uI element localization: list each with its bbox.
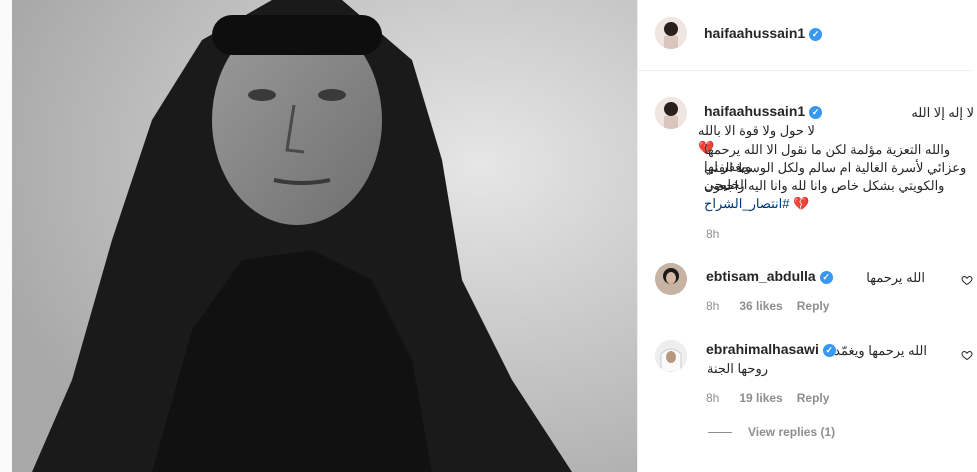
author-username-text[interactable]: haifaahussain1 <box>704 25 805 41</box>
caption-username-text[interactable]: haifaahussain1 <box>704 103 805 119</box>
replies-divider <box>708 432 732 434</box>
post-time[interactable]: 8h <box>706 227 719 241</box>
caption-avatar[interactable] <box>655 97 687 129</box>
post-photo[interactable] <box>12 0 637 472</box>
comment-username-1[interactable]: ebtisam_abdulla ✓ <box>706 268 833 284</box>
like-heart-icon[interactable] <box>961 274 973 286</box>
scrollbar[interactable] <box>973 0 977 472</box>
comment-username-2[interactable]: ebrahimalhasawi ✓ <box>706 341 836 357</box>
post-detail-panel: haifaahussain1 ✓ haifaahussain1 ✓ لا إله إ… <box>637 0 977 472</box>
comment-reply-button-1[interactable]: Reply <box>797 299 830 313</box>
author-avatar[interactable] <box>655 17 687 49</box>
caption-hashtag-suffix: 💔 <box>793 196 810 211</box>
hashtag-link[interactable]: #انتصار_الشراح <box>704 196 789 211</box>
like-heart-icon[interactable] <box>961 349 973 361</box>
view-replies-label[interactable]: View replies (1) <box>748 425 835 439</box>
verified-badge-icon: ✓ <box>809 27 823 41</box>
comment-username-text-2[interactable]: ebrahimalhasawi <box>706 341 819 357</box>
comment-avatar-2[interactable] <box>655 340 687 372</box>
comment-meta-2: 8h 19 likes Reply <box>706 391 843 405</box>
verified-badge-icon: ✓ <box>819 270 833 284</box>
comment-avatar-1[interactable] <box>655 263 687 295</box>
comment-time-2[interactable]: 8h <box>706 391 719 405</box>
comment-text-1: الله يرحمها <box>866 270 925 285</box>
view-replies-button[interactable]: View replies (1) <box>708 425 835 439</box>
comment-text-2-line-2: روحها الجنة <box>706 361 768 376</box>
comment-time-1[interactable]: 8h <box>706 299 719 313</box>
post-header: haifaahussain1 ✓ <box>638 0 977 71</box>
caption-username[interactable]: haifaahussain1 ✓ <box>704 103 823 119</box>
author-username[interactable]: haifaahussain1 ✓ <box>704 25 823 41</box>
caption-hashtag-line: 💔 #انتصار_الشراح <box>704 195 972 212</box>
comment-likes-1[interactable]: 36 likes <box>739 299 782 313</box>
left-gutter <box>0 0 12 472</box>
comment-reply-button-2[interactable]: Reply <box>797 391 830 405</box>
comment-meta-1: 8h 36 likes Reply <box>706 299 843 313</box>
caption-line-1: لا إله إلا الله <box>911 105 974 120</box>
verified-badge-icon: ✓ <box>809 105 823 119</box>
comment-text-2: الله يرحمها ويغمّد <box>834 343 927 358</box>
comment-likes-2[interactable]: 19 likes <box>739 391 782 405</box>
caption-line-5: والكويتي بشكل خاص وانا لله وانا اليه راج… <box>704 178 945 193</box>
comment-username-text-1[interactable]: ebtisam_abdulla <box>706 268 816 284</box>
